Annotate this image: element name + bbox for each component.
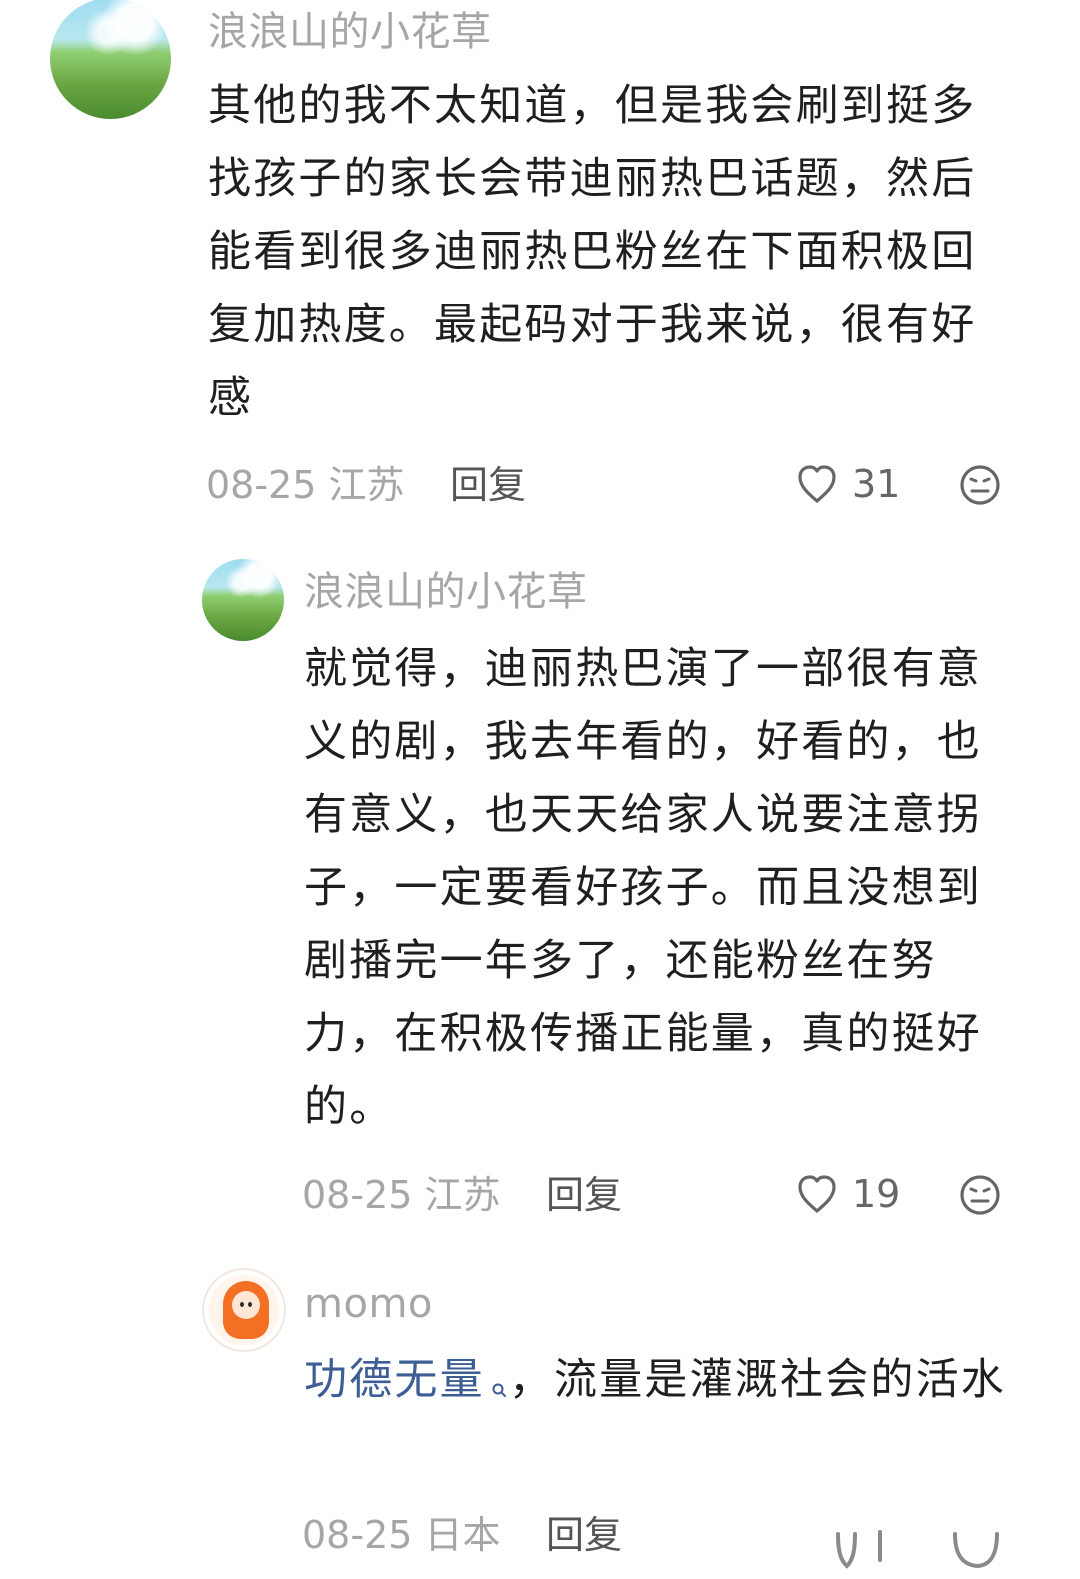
dislike-icon[interactable]	[958, 463, 1002, 507]
username[interactable]: 浪浪山的小花草	[208, 8, 492, 56]
comment-date-location: 08-25 江苏	[302, 1173, 501, 1217]
avatar[interactable]	[202, 559, 284, 641]
search-icon[interactable]	[491, 1350, 509, 1423]
avatar[interactable]	[50, 0, 171, 119]
comment-text: 其他的我不太知道，但是我会刷到挺多找孩子的家长会带迪丽热巴话题，然后能看到很多迪…	[208, 81, 977, 423]
avatar-face-icon	[232, 1291, 260, 1319]
like-count: 31	[852, 462, 901, 506]
avatar[interactable]	[202, 1268, 286, 1352]
avatar-eye-icon	[240, 1302, 244, 1307]
mention-link[interactable]: 功德无量	[304, 1355, 485, 1405]
like-button[interactable]: 19	[794, 1171, 900, 1217]
heart-icon	[794, 1173, 840, 1215]
avatar-eye-icon	[248, 1302, 252, 1307]
comment-text: 就觉得，迪丽热巴演了一部很有意义的剧，我去年看的，好看的，也有意义，也天天给家人…	[304, 644, 982, 1132]
reply-button[interactable]: 回复	[546, 1172, 622, 1218]
comment-text: 功德无量 ，流量是灌溉社会的活水	[304, 1344, 1010, 1423]
avatar-character-icon	[223, 1281, 269, 1339]
bottom-toolbar-icons	[820, 1516, 1010, 1575]
heart-icon	[794, 463, 840, 505]
like-button[interactable]: 31	[794, 461, 900, 507]
like-count: 19	[852, 1172, 901, 1216]
username[interactable]: 浪浪山的小花草	[304, 568, 588, 616]
dislike-icon[interactable]	[958, 1173, 1002, 1217]
comment-text-rest: ，流量是灌溉社会的活水	[508, 1355, 1007, 1405]
reply-button[interactable]: 回复	[546, 1512, 622, 1558]
username[interactable]: momo	[304, 1280, 433, 1328]
comment-date-location: 08-25 江苏	[206, 463, 405, 507]
reply-button[interactable]: 回复	[450, 462, 526, 508]
comment-date-location: 08-25 日本	[302, 1513, 501, 1557]
